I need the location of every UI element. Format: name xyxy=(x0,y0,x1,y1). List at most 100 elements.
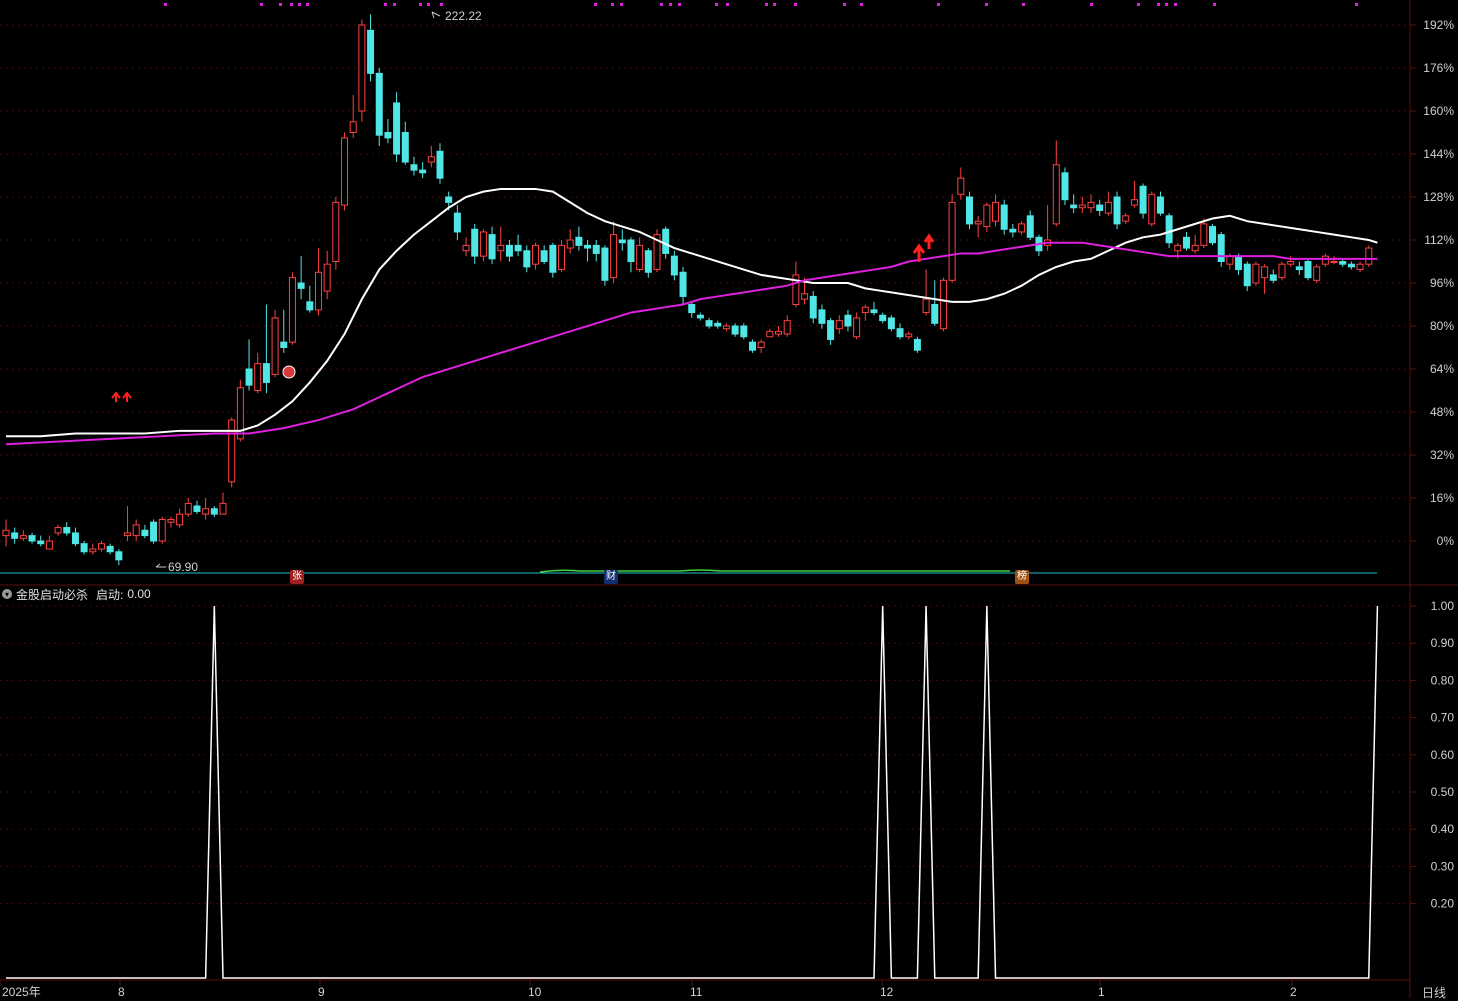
candle-body xyxy=(228,419,236,483)
candle-body xyxy=(757,341,765,348)
event-ball-icon[interactable] xyxy=(282,365,296,379)
candle-body xyxy=(853,317,861,338)
candle-body xyxy=(636,244,644,271)
x-tick-label: 9 xyxy=(318,985,325,998)
buy-arrows-icon xyxy=(111,391,132,402)
chart-canvas[interactable]: 192%176%160%144%128%112%96%80%64%48%32%1… xyxy=(0,0,1458,998)
signal-dot xyxy=(298,3,301,6)
signal-dot xyxy=(1165,3,1168,6)
candle-body xyxy=(358,24,366,112)
candle-body xyxy=(1356,263,1364,271)
candle-body xyxy=(219,502,227,515)
candle-body xyxy=(184,502,192,515)
candle-body xyxy=(106,545,114,553)
candle-body xyxy=(662,228,670,254)
indicator-tick-label: 0.20 xyxy=(1431,897,1455,911)
candle-body xyxy=(115,551,123,561)
signal-dot xyxy=(794,3,797,6)
candle-body xyxy=(1365,247,1373,265)
candle-body xyxy=(306,301,314,311)
signal-dots xyxy=(164,3,1358,6)
signal-dot xyxy=(260,3,263,6)
signal-dot xyxy=(765,3,768,6)
candle-body xyxy=(965,196,973,225)
signal-dot xyxy=(1213,3,1216,6)
candle-body xyxy=(271,317,279,375)
signal-dot xyxy=(164,3,167,6)
candle-body xyxy=(566,239,574,249)
candle-body xyxy=(462,244,470,252)
signal-dot xyxy=(715,3,718,6)
y-tick-label: 0% xyxy=(1437,534,1455,548)
time-axis: 2025年 8 9 10 11 12 1 2 xyxy=(0,980,1297,998)
candle-body xyxy=(983,204,991,228)
candle-body xyxy=(722,325,730,330)
candle-body xyxy=(1156,196,1164,214)
candle-body xyxy=(71,532,79,545)
signal-dot xyxy=(1090,3,1093,6)
candle-body xyxy=(453,212,461,233)
event-tag-zhang[interactable]: 张 xyxy=(290,570,304,584)
candle-body xyxy=(97,543,105,550)
candle-body xyxy=(202,508,210,515)
candle-body xyxy=(879,314,887,322)
candle-body xyxy=(575,236,583,246)
indicator-tick-label: 0.90 xyxy=(1431,636,1455,650)
candle-body xyxy=(479,231,487,257)
candle-body xyxy=(375,72,383,136)
event-tag-cai[interactable]: 财 xyxy=(604,570,618,584)
candle-body xyxy=(827,320,835,340)
candle-body xyxy=(297,282,305,289)
candle-body xyxy=(1122,215,1130,222)
collapse-icon[interactable]: ▾ xyxy=(2,589,12,599)
candle-body xyxy=(1087,201,1095,209)
candle-body xyxy=(618,239,626,244)
candle-body xyxy=(844,314,852,327)
event-tag-bang[interactable]: 榜 xyxy=(1015,570,1029,584)
high-annotation: 222.22 xyxy=(445,9,482,23)
x-tick-label: 2025年 xyxy=(2,985,41,998)
candle-body xyxy=(775,330,783,335)
signal-dot xyxy=(384,3,387,6)
indicator-tick-label: 0.30 xyxy=(1431,859,1455,873)
signal-dot xyxy=(1022,3,1025,6)
x-tick-label: 8 xyxy=(118,985,125,998)
signal-dot xyxy=(393,3,396,6)
ma-magenta-line xyxy=(5,241,1378,446)
price-axis: 192% 176% 160% 144% 128% 112% 96% 80% 64% 48% 32% 1… xyxy=(1410,18,1454,548)
candle-body xyxy=(1078,204,1086,209)
signal-dot xyxy=(1355,3,1358,6)
candlestick-series xyxy=(2,14,1373,566)
candle-body xyxy=(37,540,45,545)
candle-body xyxy=(1313,266,1321,281)
indicator-tick-label: 0.40 xyxy=(1431,822,1455,836)
y-tick-label: 16% xyxy=(1430,491,1454,505)
period-label[interactable]: 日线 xyxy=(1422,984,1446,1001)
candle-body xyxy=(688,304,696,314)
indicator-tick-label: 1.00 xyxy=(1431,599,1455,613)
candle-body xyxy=(1182,236,1190,249)
candle-body xyxy=(1174,244,1182,252)
indicator-name[interactable]: 金股启动必杀 xyxy=(16,586,88,603)
candle-body xyxy=(601,247,609,281)
indicator-tick-label: 0.50 xyxy=(1431,785,1455,799)
signal-dot xyxy=(669,3,672,6)
candle-body xyxy=(1226,255,1234,265)
candle-body xyxy=(410,164,418,171)
candle-body xyxy=(627,239,635,262)
candle-body xyxy=(540,250,548,262)
y-tick-label: 192% xyxy=(1423,18,1454,32)
candle-body xyxy=(1261,266,1269,279)
candle-body xyxy=(401,132,409,163)
candle-body xyxy=(54,527,62,534)
candle-body xyxy=(1000,204,1008,230)
candle-body xyxy=(419,169,427,174)
candle-body xyxy=(1278,263,1286,279)
candle-body xyxy=(210,508,218,515)
candle-body xyxy=(714,322,722,327)
candle-body xyxy=(262,363,270,383)
x-tick-label: 12 xyxy=(880,985,894,998)
low-pointer-icon xyxy=(155,563,166,568)
candle-body xyxy=(1018,223,1026,233)
candle-body xyxy=(367,29,375,74)
